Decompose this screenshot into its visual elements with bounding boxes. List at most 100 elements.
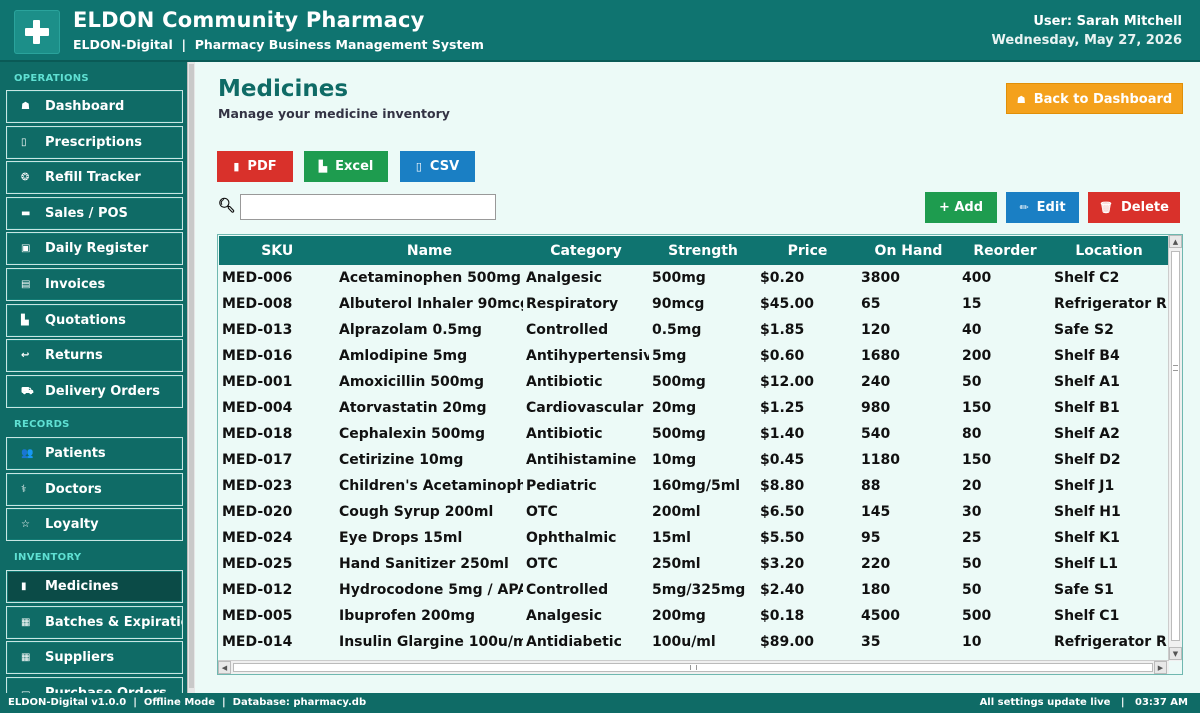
back-to-dashboard-button[interactable]: ☗ Back to Dashboard <box>1006 83 1183 114</box>
star-icon: ☆ <box>21 519 30 530</box>
sidebar-item-delivery-orders[interactable]: ⛟ Delivery Orders <box>6 375 183 408</box>
table-cell: MED-005 <box>222 608 293 624</box>
column-header-sku[interactable]: SKU <box>219 236 337 265</box>
table-cell: Hand Sanitizer 250ml <box>339 556 509 572</box>
app-subtitle: ELDON-Digital | Pharmacy Business Manage… <box>73 37 484 52</box>
table-cell: 80 <box>962 426 982 442</box>
medicines-table: SKU Name Category Strength Price On Hand Reord… <box>219 236 1168 655</box>
pencil-icon: ✏ <box>1019 201 1029 214</box>
table-cell: Alprazolam 0.5mg <box>339 322 482 338</box>
table-cell: 25 <box>962 530 982 546</box>
delete-label: Delete <box>1121 200 1169 215</box>
add-label: + Add <box>938 200 984 215</box>
table-horizontal-scrollbar[interactable]: ◀ ▶ <box>218 660 1169 674</box>
table-row[interactable]: MED-014 Insulin Glargine 100u/ml Antidiabe… <box>219 629 1167 655</box>
scroll-up-arrow-icon[interactable]: ▲ <box>1169 235 1182 248</box>
table-row[interactable]: MED-006 Acetaminophen 500mg Analgesic 500mg… <box>219 265 1167 291</box>
table-row[interactable]: MED-023 Children's AcetaminophenPediatric… <box>219 473 1167 499</box>
chart-icon: ▙ <box>318 160 328 173</box>
add-button[interactable]: + Add <box>925 192 997 223</box>
export-csv-button[interactable]: ▯ CSV <box>400 151 475 182</box>
sidebar-item-loyalty[interactable]: ☆ Loyalty <box>6 508 183 541</box>
table-cell: Controlled <box>526 582 609 598</box>
table-row[interactable]: MED-016 Amlodipine 5mg Antihypertensive 5mg… <box>219 343 1167 369</box>
table-cell: 100u/ml <box>652 634 716 650</box>
table-cell: Acetaminophen 500mg <box>339 270 521 286</box>
scroll-down-arrow-icon[interactable]: ▼ <box>1169 647 1182 660</box>
table-cell: MED-014 <box>222 634 293 650</box>
export-pdf-button[interactable]: ▮ PDF <box>217 151 293 182</box>
sidebar-item-prescriptions[interactable]: ▯ Prescriptions <box>6 126 183 159</box>
cash-icon: ▬ <box>21 208 31 219</box>
table-cell: 200ml <box>652 504 701 520</box>
table-cell: $89.00 <box>760 634 815 650</box>
sidebar-item-refill-tracker[interactable]: ❂ Refill Tracker <box>6 161 183 194</box>
sidebar-item-suppliers[interactable]: ▦ Suppliers <box>6 641 183 674</box>
search-input[interactable] <box>240 194 496 220</box>
table-row[interactable]: MED-004 Atorvastatin 20mg Cardiovascular 20… <box>219 395 1167 421</box>
table-cell: 0.5mg <box>652 322 702 338</box>
sidebar-item-patients[interactable]: 👥 Patients <box>6 437 183 470</box>
table-cell: Pediatric <box>526 478 597 494</box>
table-cell: 500mg <box>652 270 706 286</box>
export-excel-button[interactable]: ▙ Excel <box>304 151 388 182</box>
sidebar-item-batches-expirations[interactable]: ▦ Batches & Expirations <box>6 606 183 639</box>
table-header-row: SKU Name Category Strength Price On Hand Reord… <box>219 236 1168 265</box>
table-cell: MED-008 <box>222 296 293 312</box>
delete-button[interactable]: 🗑︎ Delete <box>1088 192 1180 223</box>
sidebar-item-daily-register[interactable]: ▣ Daily Register <box>6 232 183 265</box>
table-cell: $3.20 <box>760 556 805 572</box>
column-header-name[interactable]: Name <box>336 236 524 265</box>
sidebar-item-label: Medicines <box>45 579 119 594</box>
table-vertical-scrollbar[interactable]: ▲ ▼ <box>1168 235 1182 661</box>
column-header-category[interactable]: Category <box>523 236 650 265</box>
table-row[interactable]: MED-025 Hand Sanitizer 250ml OTC 250ml $3.20… <box>219 551 1167 577</box>
column-header-location[interactable]: Location <box>1051 236 1168 265</box>
medicines-table-container: SKU Name Category Strength Price On Hand Reord… <box>217 234 1183 675</box>
sidebar-item-doctors[interactable]: ⚕ Doctors <box>6 473 183 506</box>
table-row[interactable]: MED-020 Cough Syrup 200ml OTC 200ml $6.50 145… <box>219 499 1167 525</box>
sidebar-item-invoices[interactable]: ▤ Invoices <box>6 268 183 301</box>
table-row[interactable]: MED-005 Ibuprofen 200mg Analgesic 200mg $0.1… <box>219 603 1167 629</box>
column-header-reorder[interactable]: Reorder <box>959 236 1052 265</box>
table-row[interactable]: MED-013 Alprazolam 0.5mg Controlled 0.5mg $1… <box>219 317 1167 343</box>
horizontal-scroll-thumb[interactable] <box>233 663 1153 672</box>
table-cell: Safe S1 <box>1054 582 1114 598</box>
refresh-icon: ❂ <box>21 172 30 183</box>
table-cell: 15 <box>962 296 982 312</box>
table-cell: 90mcg <box>652 296 705 312</box>
sidebar-item-medicines[interactable]: ▮ Medicines <box>6 570 183 603</box>
vertical-scroll-thumb[interactable] <box>1171 251 1180 641</box>
status-bar: ELDON-Digital v1.0.0 | Offline Mode | Da… <box>0 693 1200 713</box>
table-row[interactable]: MED-018 Cephalexin 500mg Antibiotic 500mg $1… <box>219 421 1167 447</box>
table-cell: MED-006 <box>222 270 293 286</box>
sidebar-scrollbar-thumb[interactable] <box>189 64 194 688</box>
sidebar-item-purchase-orders[interactable]: ▭ Purchase Orders <box>6 677 183 693</box>
return-icon: ↩ <box>21 350 30 361</box>
batch-icon: ▦ <box>21 617 31 628</box>
table-cell: Shelf L1 <box>1054 556 1118 572</box>
scroll-left-arrow-icon[interactable]: ◀ <box>218 661 231 674</box>
sidebar-item-returns[interactable]: ↩ Returns <box>6 339 183 372</box>
table-cell: MED-017 <box>222 452 293 468</box>
table-row[interactable]: MED-001 Amoxicillin 500mg Antibiotic 500mg $… <box>219 369 1167 395</box>
sidebar-item-dashboard[interactable]: ☗ Dashboard <box>6 90 183 123</box>
sidebar-item-sales-pos[interactable]: ▬ Sales / POS <box>6 197 183 230</box>
edit-button[interactable]: ✏ Edit <box>1006 192 1079 223</box>
table-row[interactable]: MED-008 Albuterol Inhaler 90mcg Respirator… <box>219 291 1167 317</box>
sidebar-item-quotations[interactable]: ▙ Quotations <box>6 304 183 337</box>
status-left: ELDON-Digital v1.0.0 | Offline Mode | Da… <box>8 697 367 708</box>
sidebar-scrollbar[interactable] <box>187 62 195 693</box>
sidebar-item-label: Refill Tracker <box>45 170 141 185</box>
table-row[interactable]: MED-012 Hydrocodone 5mg / APAP Controlled 5… <box>219 577 1167 603</box>
truck-icon: ⛟ <box>21 386 34 397</box>
sidebar-item-label: Invoices <box>45 277 106 292</box>
table-row[interactable]: MED-024 Eye Drops 15ml Ophthalmic 15ml $5.50… <box>219 525 1167 551</box>
scroll-right-arrow-icon[interactable]: ▶ <box>1154 661 1167 674</box>
table-cell: Shelf B4 <box>1054 348 1120 364</box>
column-header-price[interactable]: Price <box>757 236 859 265</box>
column-header-on-hand[interactable]: On Hand <box>858 236 960 265</box>
table-row[interactable]: MED-017 Cetirizine 10mg Antihistamine 10mg $… <box>219 447 1167 473</box>
column-header-strength[interactable]: Strength <box>649 236 758 265</box>
table-cell: Cetirizine 10mg <box>339 452 464 468</box>
